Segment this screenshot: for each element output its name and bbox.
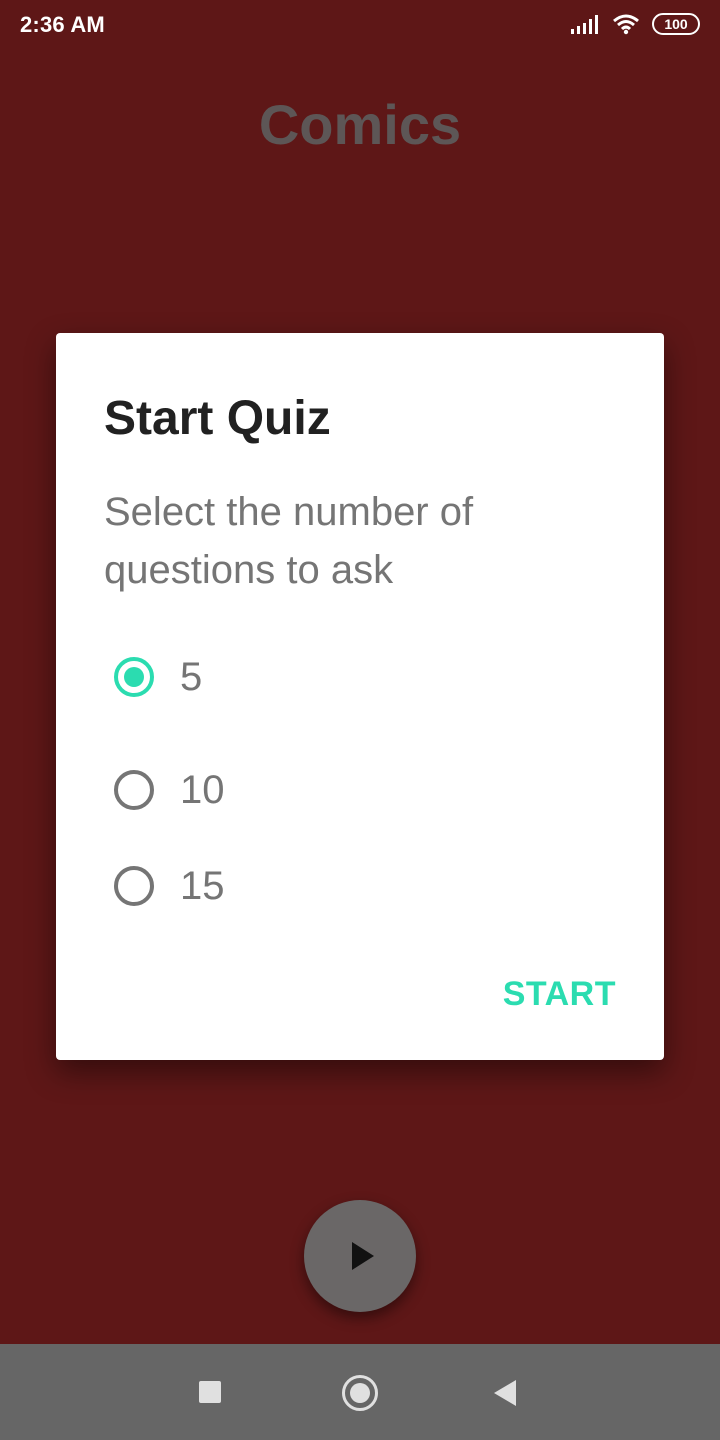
play-icon — [352, 1242, 374, 1270]
start-button[interactable]: START — [503, 975, 616, 1014]
play-button[interactable] — [304, 1200, 416, 1312]
recent-apps-icon[interactable] — [199, 1381, 221, 1403]
radio-button-checked[interactable] — [114, 657, 154, 697]
dialog-message: Select the number of questions to ask — [104, 490, 474, 592]
navigation-bar — [0, 1344, 720, 1440]
question-count-options: 5 10 15 — [114, 646, 225, 934]
back-icon[interactable] — [494, 1380, 516, 1406]
option-label: 10 — [180, 767, 225, 812]
option-label: 5 — [180, 654, 203, 699]
home-icon[interactable] — [342, 1375, 378, 1411]
dialog-title: Start Quiz — [104, 392, 331, 445]
option-label: 15 — [180, 863, 225, 908]
option-5[interactable]: 5 — [114, 646, 225, 708]
radio-button[interactable] — [114, 866, 154, 906]
start-quiz-dialog: Start Quiz Select the number of question… — [56, 333, 664, 1060]
option-10[interactable]: 10 — [114, 742, 225, 838]
option-15[interactable]: 15 — [114, 838, 225, 934]
radio-button[interactable] — [114, 770, 154, 810]
